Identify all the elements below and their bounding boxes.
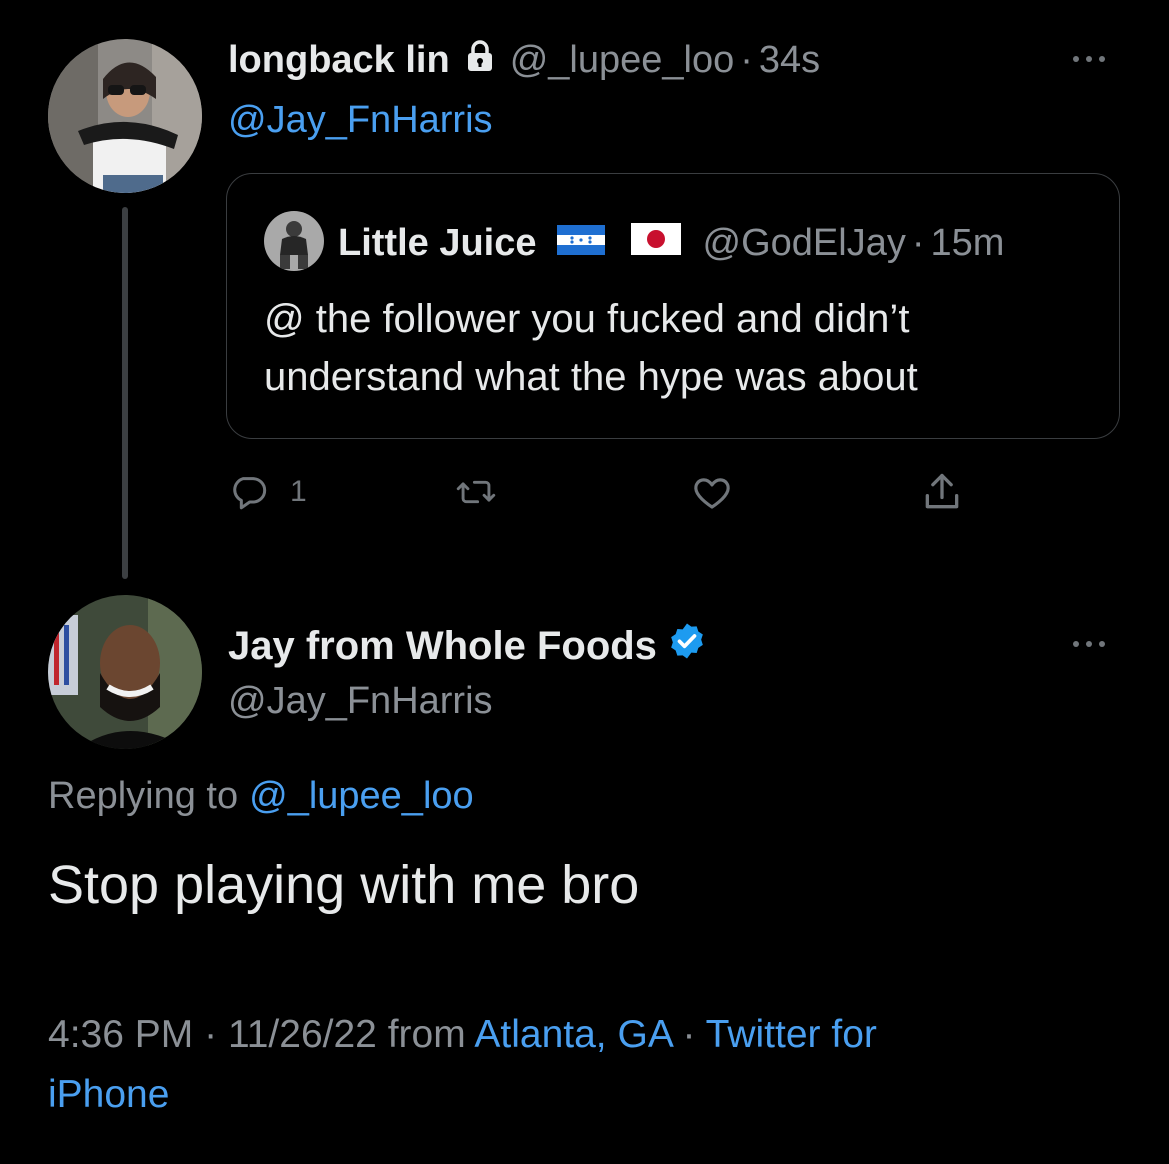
quoted-tweet-text: @ the follower you fucked and didn’t und… [264,297,918,399]
honduras-flag-icon [556,222,605,265]
retweet-button[interactable] [455,472,497,512]
replying-to-handle[interactable]: @_lupee_loo [249,775,474,818]
tweet-time: 4:36 PM [48,1013,194,1056]
verified-badge-icon [667,621,707,671]
handle-2[interactable]: @Jay_FnHarris [228,679,493,723]
japan-flag-icon [630,222,681,265]
lock-icon [466,39,494,82]
tweet-date: 11/26/22 [227,1013,377,1056]
share-icon [920,470,964,514]
avatar-little-juice[interactable] [264,211,324,271]
retweet-icon [455,472,497,512]
avatar-longback-lin[interactable] [48,39,202,193]
reply-count: 1 [290,475,307,508]
meta-separator-2: · [682,1013,696,1056]
avatar-jay-from-whole-foods[interactable] [48,595,202,749]
separator: · [740,38,753,81]
source-link-line2[interactable]: iPhone [48,1073,169,1116]
mention-link[interactable]: @Jay_FnHarris [228,98,493,142]
display-name[interactable]: longback lin [228,39,450,82]
more-icon[interactable] [1073,56,1105,62]
like-button[interactable] [690,472,734,514]
source-link[interactable]: Twitter for [706,1013,877,1056]
handle[interactable]: @_lupee_loo [510,39,735,82]
location-link[interactable]: Atlanta, GA [474,1013,671,1056]
more-icon-2[interactable] [1073,641,1105,647]
meta-separator-1: · [204,1013,218,1056]
quoted-timestamp[interactable]: 15m [930,222,1004,265]
timestamp[interactable]: 34s [759,39,820,82]
tweet-meta: 4:36 PM · 11/26/22 from Atlanta, GA · Tw… [48,1005,1108,1125]
reply-icon [228,472,268,512]
replying-to-label: Replying to [48,774,239,817]
reply-button[interactable]: 1 [228,472,307,512]
quoted-display-name[interactable]: Little Juice [338,222,537,265]
display-name-2[interactable]: Jay from Whole Foods [228,624,657,669]
tweet-text: Stop playing with me bro [48,855,640,915]
share-button[interactable] [920,470,964,514]
thread-line [122,207,128,579]
from-label: from [387,1013,466,1056]
quoted-handle[interactable]: @GodElJay [703,222,906,265]
quoted-separator: · [911,221,925,264]
like-icon [690,472,734,514]
